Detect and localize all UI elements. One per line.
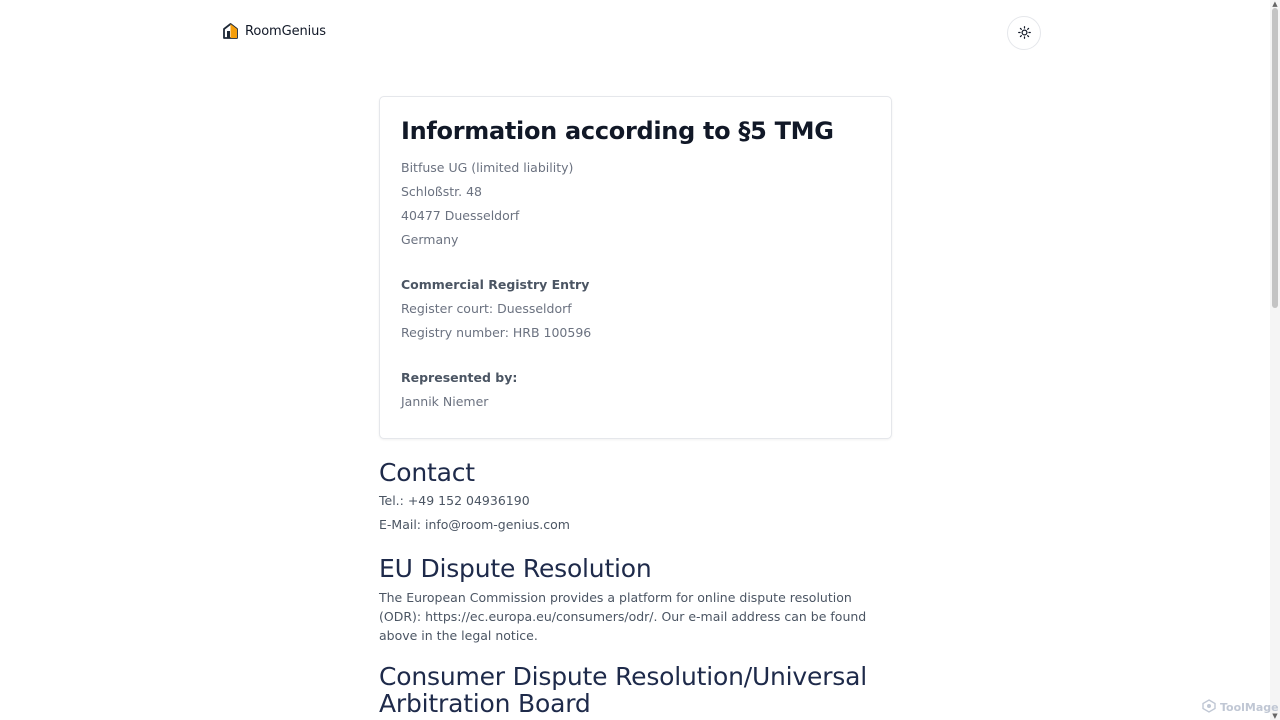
email-link[interactable]: info@room-genius.com xyxy=(425,517,570,532)
company-name: Bitfuse UG (limited liability) xyxy=(401,160,574,175)
country: Germany xyxy=(401,232,459,247)
brand-link[interactable]: RoomGenius xyxy=(222,22,326,40)
scrollbar[interactable]: ▲ ▼ xyxy=(1270,0,1280,720)
representative-name: Jannik Niemer xyxy=(401,394,489,409)
consumer-dispute-heading-line2: Arbitration Board xyxy=(379,689,591,718)
brand-name: RoomGenius xyxy=(245,23,326,39)
sun-icon xyxy=(1017,24,1031,43)
house-logo-icon xyxy=(222,22,239,40)
street-address: Schloßstr. 48 xyxy=(401,184,482,199)
email-label: E-Mail: xyxy=(379,517,425,532)
contact-heading: Contact xyxy=(379,458,475,487)
scrollbar-thumb[interactable] xyxy=(1272,8,1278,308)
register-court: Register court: Duesseldorf xyxy=(401,301,572,316)
contact-email-line: E-Mail: info@room-genius.com xyxy=(379,517,570,532)
theme-toggle-button[interactable] xyxy=(1007,16,1041,50)
watermark: ToolMage xyxy=(1202,699,1279,716)
contact-tel: Tel.: +49 152 04936190 xyxy=(379,493,530,508)
registry-number: Registry number: HRB 100596 xyxy=(401,325,592,340)
consumer-dispute-heading-line1: Consumer Dispute Resolution/Universal xyxy=(379,662,867,691)
watermark-logo-icon xyxy=(1202,699,1216,716)
consumer-dispute-heading: Consumer Dispute Resolution/Universal Ar… xyxy=(379,663,867,717)
represented-heading: Represented by: xyxy=(401,370,518,385)
eu-dispute-heading: EU Dispute Resolution xyxy=(379,554,652,583)
scroll-up-arrow[interactable]: ▲ xyxy=(1271,0,1279,8)
registry-heading: Commercial Registry Entry xyxy=(401,277,590,292)
postal-city: 40477 Duesseldorf xyxy=(401,208,520,223)
site-header: RoomGenius xyxy=(0,0,1280,64)
page-title: Information according to §5 TMG xyxy=(401,117,834,145)
eu-dispute-text: The European Commission provides a platf… xyxy=(379,588,889,645)
odr-link[interactable]: https://ec.europa.eu/consumers/odr/ xyxy=(425,609,653,624)
watermark-text: ToolMage xyxy=(1220,701,1279,714)
legal-info-card: Information according to §5 TMG Bitfuse … xyxy=(379,96,892,439)
